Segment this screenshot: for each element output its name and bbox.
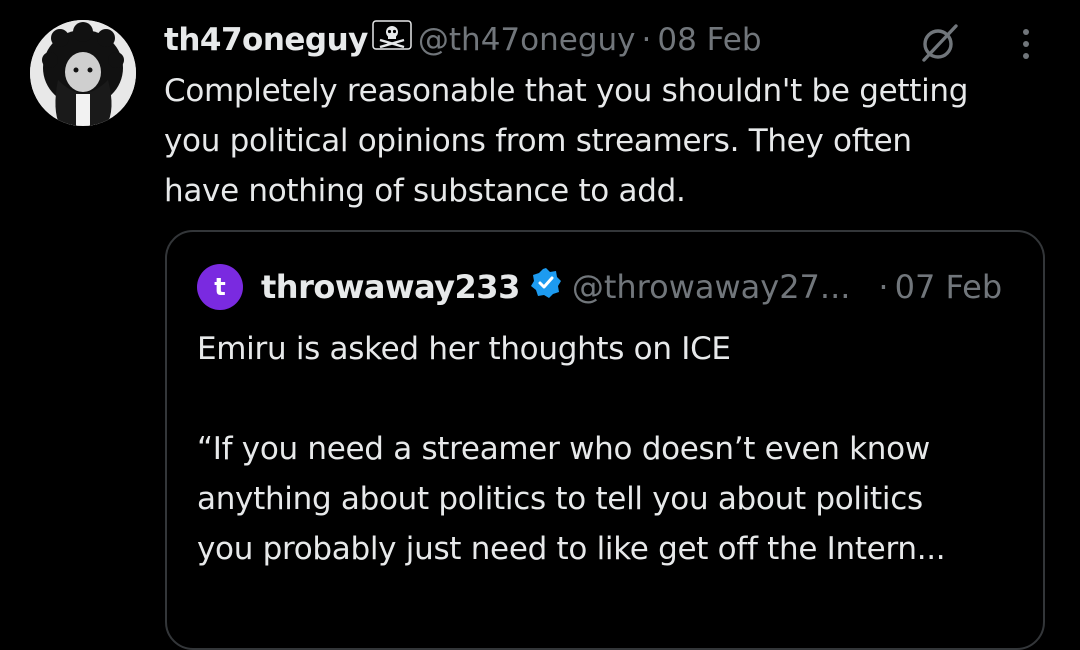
quoted-author-avatar[interactable]: t (197, 264, 243, 310)
author-handle[interactable]: @th47oneguy (418, 18, 636, 62)
quoted-post-date[interactable]: 07 Feb (895, 268, 1003, 306)
avatar-drawing (30, 20, 136, 126)
grok-slash-icon[interactable] (918, 20, 962, 64)
quoted-post-header: t throwaway233 @throwaway27... · 07 Feb (197, 264, 1013, 310)
author-avatar[interactable] (30, 20, 136, 126)
header-separator: · (641, 22, 652, 58)
quoted-author-handle[interactable]: @throwaway27... (572, 268, 851, 306)
quoted-post-card[interactable]: t throwaway233 @throwaway27... · 07 Feb … (165, 230, 1045, 650)
post-date[interactable]: 08 Feb (657, 18, 761, 62)
post-text: Completely reasonable that you shouldn't… (164, 73, 969, 209)
skull-crossbones-icon (372, 18, 412, 62)
author-display-name[interactable]: th47oneguy (164, 18, 368, 62)
quoted-header-separator: · (878, 268, 889, 306)
more-vertical-icon[interactable] (1006, 24, 1046, 64)
quoted-author-display-name[interactable]: throwaway233 (261, 268, 520, 306)
verified-badge-icon (530, 267, 562, 307)
post-header: th47oneguy @th47oneguy · 08 Feb (164, 18, 1000, 62)
quoted-post-text: Emiru is asked her thoughts on ICE “If y… (197, 331, 946, 567)
